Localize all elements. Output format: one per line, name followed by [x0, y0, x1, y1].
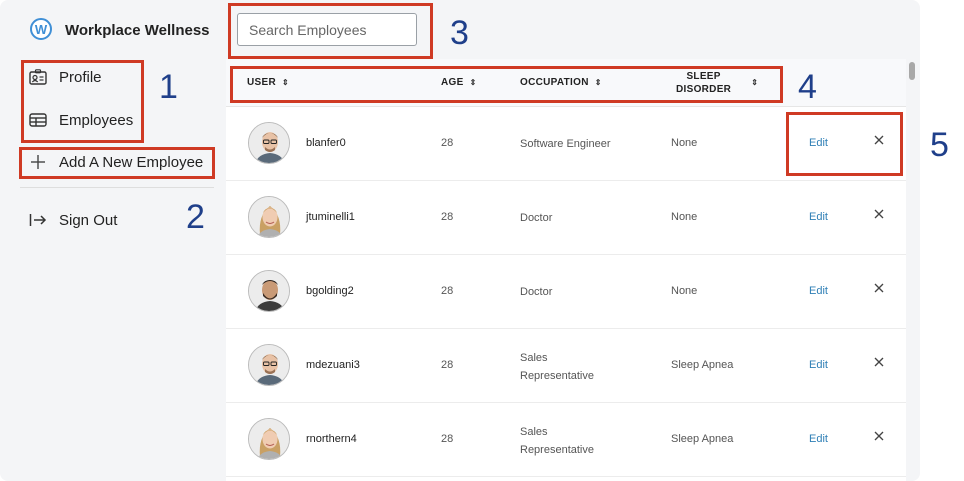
- avatar: [248, 344, 290, 386]
- age-value: 28: [441, 359, 454, 371]
- avatar: [248, 270, 290, 312]
- occupation-line: Sales: [520, 426, 548, 438]
- edit-link[interactable]: Edit: [809, 285, 828, 297]
- table-row: mdezuani3 28 Sales Representative Sleep A…: [226, 329, 906, 403]
- callout-number-4: 4: [798, 68, 817, 106]
- occupation-line: Sales: [520, 352, 548, 364]
- avatar: [248, 122, 290, 164]
- sleep-disorder-value: Sleep Apnea: [671, 359, 734, 371]
- sign-out-button[interactable]: Sign Out: [28, 210, 117, 230]
- table-row: jtuminelli1 28 Doctor None Edit: [226, 181, 906, 255]
- sidebar-divider: [20, 187, 214, 188]
- username: rnorthern4: [306, 433, 357, 445]
- age-value: 28: [441, 433, 454, 445]
- username: mdezuani3: [306, 359, 360, 371]
- username: blanfer0: [306, 137, 346, 149]
- callout-box-4: [230, 66, 783, 103]
- delete-x-icon[interactable]: [872, 429, 886, 443]
- sidebar-item-label: Sign Out: [59, 211, 118, 229]
- delete-x-icon[interactable]: [872, 207, 886, 221]
- table-row: rnorthern4 28 Sales Representative Sleep …: [226, 403, 906, 477]
- occupation-line: Representative: [520, 444, 594, 456]
- occupation-value: Sales Representative: [520, 349, 594, 385]
- table-row: bgolding2 28 Doctor None Edit: [226, 255, 906, 329]
- delete-x-icon[interactable]: [872, 281, 886, 295]
- occupation-value: Software Engineer: [520, 135, 611, 153]
- edit-link[interactable]: Edit: [809, 433, 828, 445]
- callout-number-1: 1: [159, 68, 178, 106]
- callout-box-5: [786, 112, 903, 176]
- sleep-disorder-value: None: [671, 285, 698, 297]
- avatar: [248, 196, 290, 238]
- username: bgolding2: [306, 285, 354, 297]
- occupation-line: Representative: [520, 370, 594, 382]
- sleep-disorder-value: None: [671, 137, 698, 149]
- app-title: Workplace Wellness: [65, 22, 210, 39]
- sign-out-arrow-icon: [28, 210, 48, 230]
- edit-link[interactable]: Edit: [809, 359, 828, 371]
- username: jtuminelli1: [306, 211, 355, 223]
- callout-number-3: 3: [450, 14, 469, 52]
- sleep-disorder-value: Sleep Apnea: [671, 433, 734, 445]
- scrollbar-thumb[interactable]: [909, 62, 915, 80]
- occupation-line: Doctor: [520, 212, 553, 224]
- callout-number-5: 5: [930, 126, 949, 164]
- edit-link[interactable]: Edit: [809, 211, 828, 223]
- occupation-value: Sales Representative: [520, 423, 594, 459]
- occupation-line: Doctor: [520, 286, 553, 298]
- occupation-line: Software Engineer: [520, 138, 611, 150]
- occupation-value: Doctor: [520, 283, 552, 301]
- avatar: [248, 418, 290, 460]
- age-value: 28: [441, 285, 454, 297]
- logo-letter: W: [34, 21, 48, 37]
- age-value: 28: [441, 211, 454, 223]
- callout-number-2: 2: [186, 198, 205, 236]
- callout-box-2: [19, 147, 215, 179]
- callout-box-3: [228, 3, 433, 59]
- occupation-value: Doctor: [520, 209, 552, 227]
- table-scrollbar[interactable]: [907, 60, 915, 481]
- sleep-disorder-value: None: [671, 211, 698, 223]
- age-value: 28: [441, 137, 454, 149]
- callout-box-1: [21, 60, 144, 143]
- delete-x-icon[interactable]: [872, 355, 886, 369]
- workplace-wellness-logo-icon: W: [30, 18, 52, 40]
